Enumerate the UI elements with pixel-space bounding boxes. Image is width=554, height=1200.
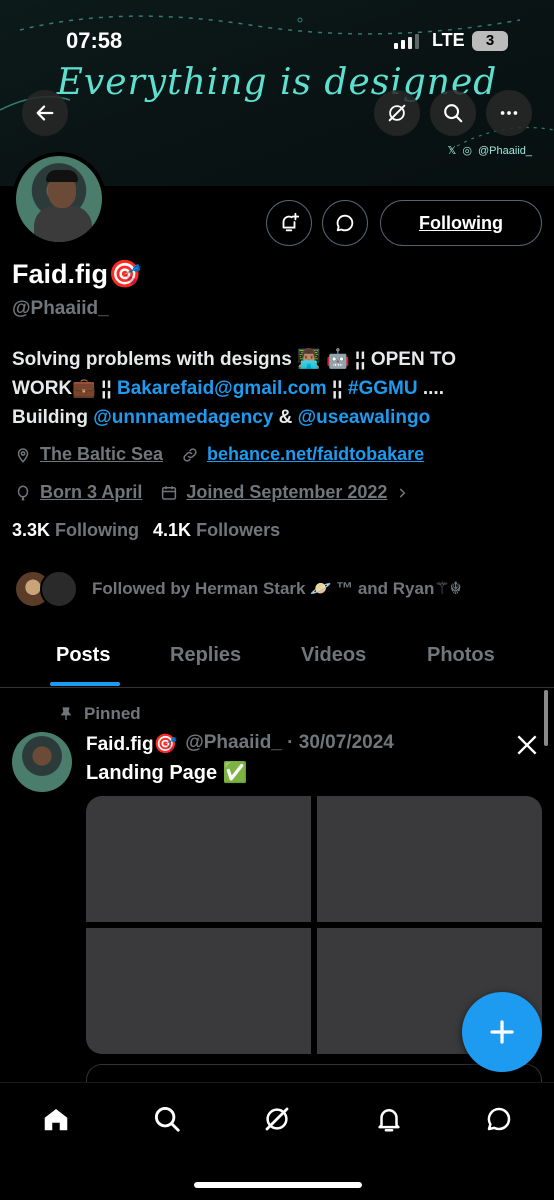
followed-by-text: Followed by Herman Stark 🪐 ™ and Ryan⚚☬ [92,579,462,598]
bio-line-2: WORK💼 ¦¦ Bakarefaid@gmail.com ¦¦ #GGMU .… [12,378,444,399]
profile-meta-row-1: The Baltic Sea behance.net/faidtobakare [14,444,424,465]
instagram-icon: ◎ [462,145,473,157]
more-options-button[interactable] [486,90,532,136]
more-icon [500,111,518,115]
plus-icon [490,1020,514,1044]
notify-button[interactable] [266,200,312,246]
balloon-icon [17,485,29,500]
tab-posts[interactable]: Posts [56,644,110,667]
bio-email-link[interactable]: Bakarefaid@gmail.com [117,378,327,399]
search-icon [154,1106,180,1132]
tab-photos[interactable]: Photos [427,644,495,667]
media-image[interactable] [86,796,311,922]
profile-meta-row-2: Born 3 April Joined September 2022 [14,482,409,503]
location-pin-icon [17,447,29,463]
compose-button[interactable] [462,992,542,1072]
status-bar: 07:58 LTE 3 [0,0,554,80]
profile-tabs: Posts Replies Videos Photos [0,630,554,688]
status-time: 07:58 [66,28,123,53]
post-text: Landing Page ✅ [86,762,248,784]
followers-count-link[interactable]: 4.1K Followers [153,520,280,541]
profile-handle: @Phaaiid_ [12,298,109,319]
following-button[interactable]: Following [380,200,542,246]
search-button[interactable] [430,90,476,136]
following-count-link[interactable]: 3.3K Following [12,520,139,541]
bio-line-1: Solving problems with designs 👨🏽‍💻 🤖 ¦¦ … [12,349,456,370]
post-meta: @Phaaiid_ · 30/07/2024 [185,732,394,753]
tab-videos[interactable]: Videos [301,644,366,667]
banner-social: 𝕏 ◎ @Phaaiid_ [447,144,532,158]
tab-replies[interactable]: Replies [170,644,241,667]
message-button[interactable] [322,200,368,246]
bio-line-3: Building @unnnamedagency & @useawalingo [12,407,431,428]
arrow-left-icon [36,105,54,121]
calendar-icon [162,485,177,500]
profile-name: Faid.fig🎯 [12,259,142,289]
back-button[interactable] [22,90,68,136]
nav-notifications[interactable] [373,1103,405,1135]
link-icon [183,447,197,462]
active-tab-indicator [50,682,120,686]
follower-avatar-2 [40,570,78,608]
bio-hashtag-link[interactable]: #GGMU [348,378,418,399]
nav-grok[interactable] [261,1103,293,1135]
website-link[interactable]: behance.net/faidtobakare [207,444,424,465]
media-image[interactable] [86,928,311,1054]
signal-icon [394,34,419,49]
scrollbar[interactable] [544,690,548,746]
nav-messages[interactable] [483,1103,515,1135]
network-type: LTE [432,30,465,50]
post-header: Faid.fig🎯 @Phaaiid_ · 30/07/2024 [86,732,394,756]
chat-bubble-icon [487,1107,511,1131]
home-icon [44,1109,68,1131]
post-avatar[interactable] [12,732,72,792]
battery-icon: 3 [472,31,508,51]
born-date[interactable]: Born 3 April [40,482,142,503]
grok-icon [388,104,406,122]
home-indicator[interactable] [194,1182,362,1188]
banner-handle-text: @Phaaiid_ [478,144,532,157]
bell-icon [378,1109,400,1132]
nav-search[interactable] [151,1103,183,1135]
location-text[interactable]: The Baltic Sea [40,444,163,465]
bio-mention-link[interactable]: @unnnamedagency [93,407,273,428]
x-logo-icon: 𝕏 [447,145,457,157]
grok-icon [265,1107,289,1131]
post-author[interactable]: Faid.fig🎯 [86,732,177,756]
followed-by-row[interactable]: Followed by Herman Stark 🪐 ™ and Ryan⚚☬ [14,570,462,608]
follow-counts: 3.3K Following 4.1K Followers [12,520,280,541]
profile-bio: Solving problems with designs 👨🏽‍💻 🤖 ¦¦ … [12,345,542,432]
bell-plus-icon [282,212,300,232]
pin-icon [60,707,72,720]
joined-date[interactable]: Joined September 2022 [186,482,387,503]
nav-home[interactable] [40,1103,72,1135]
media-image[interactable] [317,796,542,922]
post-x-icon [514,732,540,763]
bio-mention-link-2[interactable]: @useawalingo [298,407,431,428]
chat-bubble-icon [336,214,354,232]
profile-avatar[interactable] [12,152,106,246]
search-icon [444,104,463,123]
pinned-label: Pinned [58,704,141,724]
grok-button[interactable] [374,90,420,136]
chevron-right-icon[interactable] [395,486,409,500]
